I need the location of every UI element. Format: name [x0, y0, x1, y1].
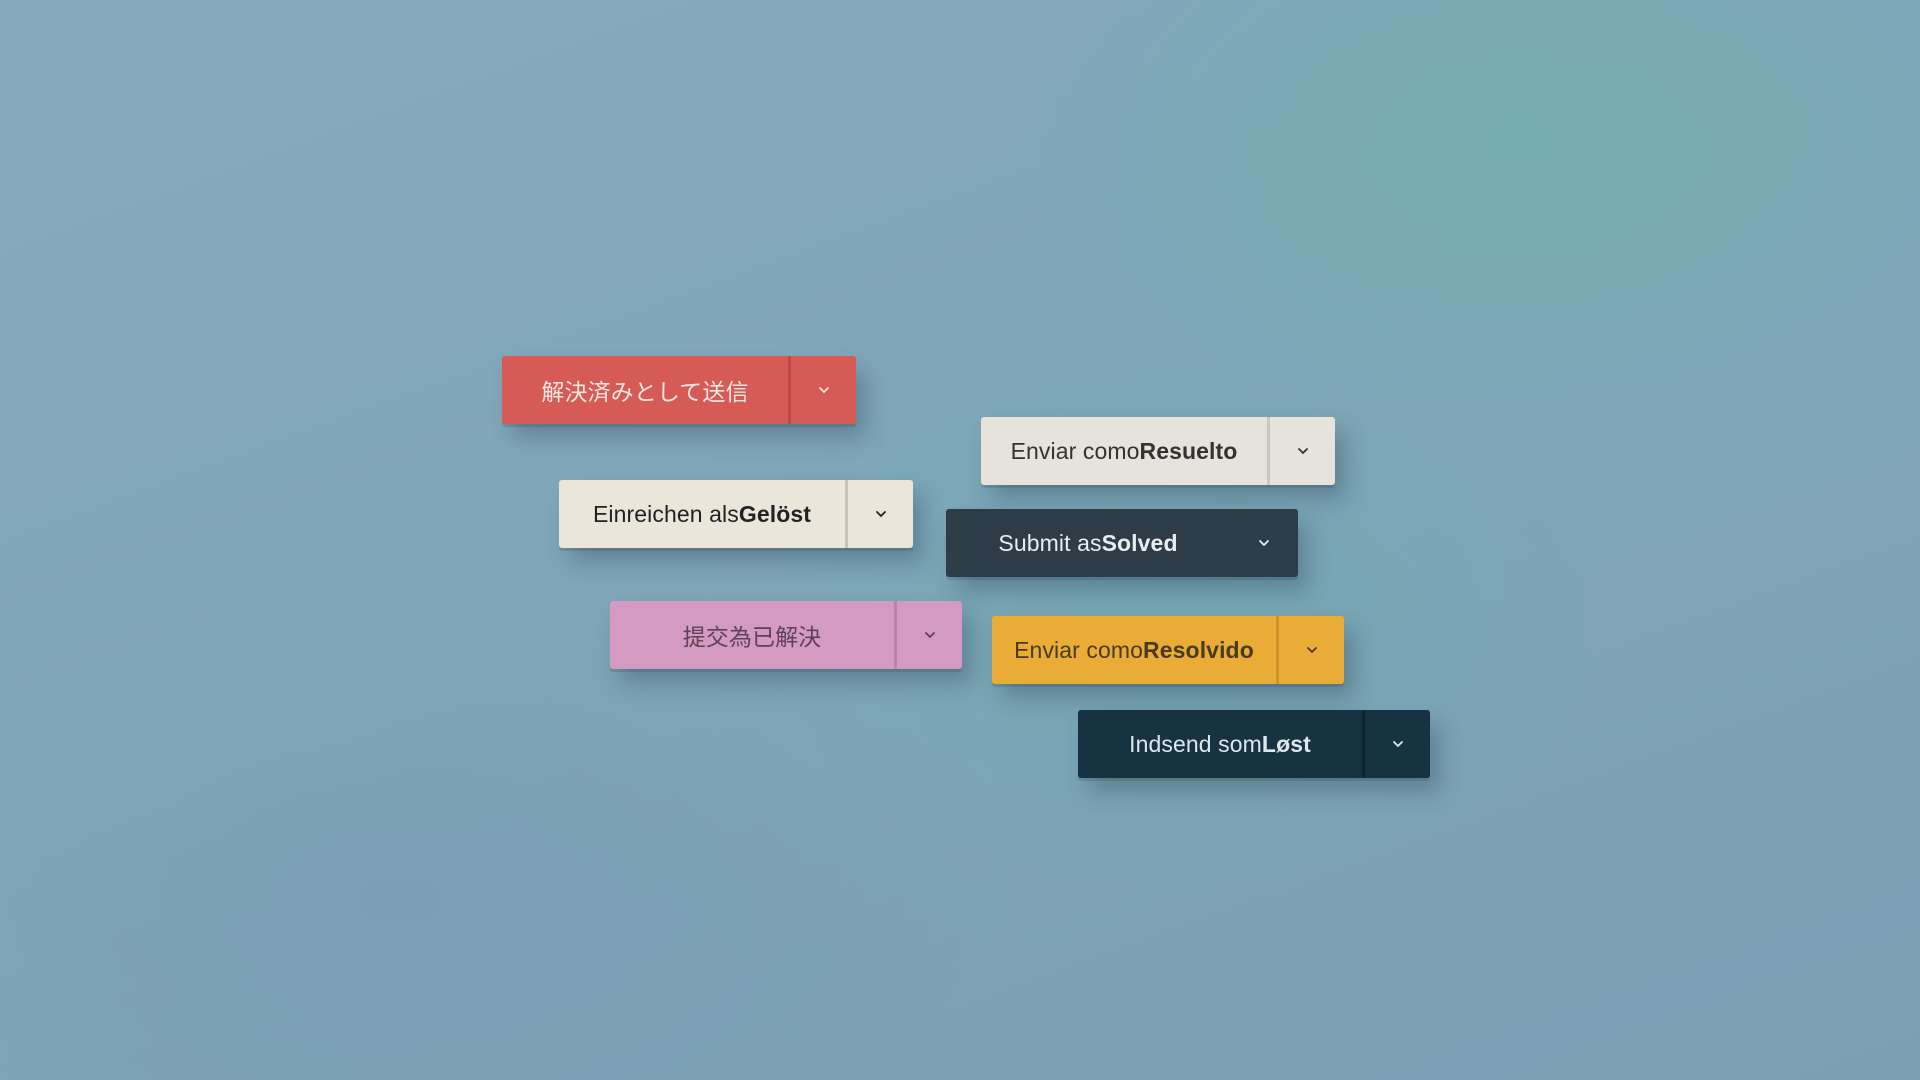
submit-solved-button-spanish[interactable]: Enviar como Resuelto — [981, 417, 1267, 485]
button-label: Einreichen als — [592, 500, 739, 527]
button-label: 解決済みとして送信 — [541, 379, 749, 405]
dropdown-toggle-german[interactable] — [845, 480, 913, 548]
button-label-bold: Gelöst — [738, 500, 812, 527]
button-label: Enviar como — [1014, 636, 1144, 663]
dropdown-toggle-danish[interactable] — [1362, 710, 1430, 778]
chevron-down-icon — [818, 387, 829, 393]
chevron-down-icon — [1297, 448, 1308, 454]
submit-solved-button-danish[interactable]: Indsend som Løst — [1078, 710, 1362, 778]
dropdown-toggle-english[interactable] — [1230, 509, 1298, 577]
submit-solved-button-japanese[interactable]: 解決済みとして送信 — [502, 356, 788, 424]
chevron-down-icon — [1392, 741, 1403, 747]
dropdown-toggle-spanish[interactable] — [1267, 417, 1335, 485]
chevron-down-icon — [875, 511, 886, 517]
chevron-down-icon — [1306, 647, 1317, 653]
button-label: Indsend som — [1129, 730, 1262, 757]
submit-solved-button-english[interactable]: Submit as Solved — [946, 509, 1230, 577]
button-label: 提交為已解決 — [682, 624, 822, 650]
dropdown-toggle-portuguese[interactable] — [1276, 616, 1344, 684]
split-button-english: Submit as Solved — [946, 509, 1298, 577]
split-button-german: Einreichen als Gelöst — [559, 480, 913, 548]
button-label: Enviar como — [1010, 437, 1140, 464]
button-label-bold: Løst — [1261, 730, 1311, 757]
dropdown-toggle-japanese[interactable] — [788, 356, 856, 424]
submit-solved-button-german[interactable]: Einreichen als Gelöst — [559, 480, 845, 548]
button-label: Submit as — [998, 529, 1102, 556]
split-button-chinese: 提交為已解決 — [610, 601, 962, 669]
submit-solved-button-portuguese[interactable]: Enviar como Resolvido — [992, 616, 1276, 684]
submit-solved-button-chinese[interactable]: 提交為已解決 — [610, 601, 894, 669]
canvas: 解決済みとして送信 Enviar como Resuelto Einreiche… — [0, 0, 1920, 1080]
chevron-down-icon — [924, 632, 935, 638]
split-button-portuguese: Enviar como Resolvido — [992, 616, 1344, 684]
split-button-japanese: 解決済みとして送信 — [502, 356, 856, 424]
split-button-danish: Indsend som Løst — [1078, 710, 1430, 778]
button-label-bold: Resuelto — [1139, 437, 1238, 464]
button-label-bold: Resolvido — [1143, 636, 1254, 663]
dropdown-toggle-chinese[interactable] — [894, 601, 962, 669]
chevron-down-icon — [1259, 540, 1269, 546]
button-label-bold: Solved — [1101, 529, 1178, 556]
split-button-spanish: Enviar como Resuelto — [981, 417, 1335, 485]
